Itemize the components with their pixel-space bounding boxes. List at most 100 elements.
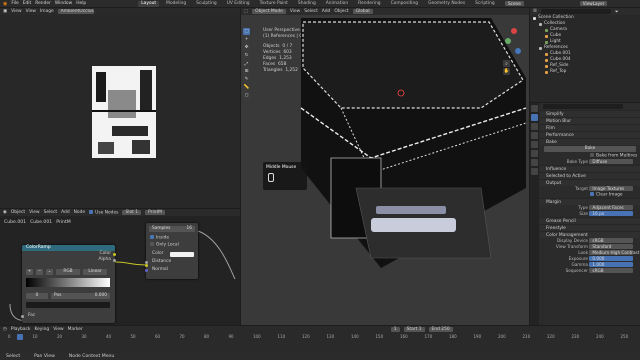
menu-render[interactable]: Render <box>35 1 51 6</box>
3d-viewport[interactable]: ⬚ Object Mode View Select Add Object Glo… <box>241 8 529 325</box>
current-frame-field[interactable]: 1 <box>390 327 400 332</box>
x-axis-icon[interactable] <box>511 28 517 34</box>
section-film[interactable]: Film <box>540 124 640 131</box>
section-motion-blur[interactable]: Motion Blur <box>540 117 640 124</box>
tab-compositing[interactable]: Compositing <box>388 1 422 7</box>
section-output[interactable]: Output <box>540 179 640 186</box>
view-transform-dropdown[interactable]: Standard <box>589 244 634 249</box>
outliner-item[interactable]: Ref_Top <box>530 69 640 75</box>
end-frame-field[interactable]: End 250 <box>428 327 453 332</box>
navigation-gizmo[interactable]: ⌕ ✋ <box>503 26 525 86</box>
menu-file[interactable]: File <box>11 1 18 6</box>
ao-normal-socket[interactable] <box>145 269 148 272</box>
tab-scripting[interactable]: Scripting <box>472 1 498 7</box>
section-performance[interactable]: Performance <box>540 131 640 138</box>
ao-color-swatch[interactable] <box>170 252 194 257</box>
tab-uv-editing[interactable]: UV Editing <box>224 1 253 7</box>
image-menu-view[interactable]: View <box>11 9 21 14</box>
editor-type-icon[interactable]: ▣ <box>3 9 7 14</box>
color-ramp-gradient[interactable] <box>26 278 110 287</box>
inside-checkbox[interactable]: Inside <box>150 235 169 241</box>
section-influence[interactable]: Influence <box>540 165 640 172</box>
pan-hand-icon[interactable]: ✋ <box>503 68 510 75</box>
blender-logo-icon[interactable]: ◉ <box>3 1 7 7</box>
zoom-icon[interactable]: ⌕ <box>503 60 510 67</box>
interpolation-dropdown[interactable]: Linear <box>83 269 107 275</box>
modifier-tab-icon[interactable] <box>531 159 538 166</box>
image-menu-image[interactable]: Image <box>40 9 54 14</box>
exposure-field[interactable]: 0.000 <box>589 256 634 261</box>
section-selected-to-active[interactable]: Selected to Active <box>540 172 640 179</box>
outliner-search-input[interactable] <box>540 9 611 14</box>
properties-editor[interactable]: Simplify Motion Blur Film Performance Ba… <box>530 103 640 325</box>
remove-stop-button[interactable]: − <box>36 269 43 275</box>
section-freestyle[interactable]: Freestyle <box>540 224 640 231</box>
target-dropdown[interactable]: Image Textures <box>589 186 634 191</box>
menu-help[interactable]: Help <box>76 1 86 6</box>
color-output-socket[interactable] <box>113 253 116 256</box>
look-dropdown[interactable]: Medium High Contrast <box>589 250 639 255</box>
bake-type-dropdown[interactable]: Diffuse <box>589 159 634 164</box>
alpha-output-socket[interactable] <box>113 259 116 262</box>
scene-field[interactable]: Scene <box>505 1 524 6</box>
section-color-management[interactable]: Color Management <box>540 231 640 238</box>
start-frame-field[interactable]: Start 1 <box>403 327 425 332</box>
section-bake[interactable]: Bake <box>540 138 640 145</box>
image-name-field[interactable]: AmbientOcclusion <box>57 9 94 14</box>
samples-field[interactable]: Samples 16 <box>149 226 195 232</box>
output-tab-icon[interactable] <box>531 123 538 130</box>
scene-tab-icon[interactable] <box>531 132 538 139</box>
section-grease-pencil[interactable]: Grease Pencil <box>540 217 640 224</box>
tab-modeling[interactable]: Modeling <box>163 1 189 7</box>
tool-tab-icon[interactable] <box>531 105 538 112</box>
shader-node-editor[interactable]: ◉ Object View Select Add Node Use Nodes … <box>0 209 240 325</box>
section-simplify[interactable]: Simplify <box>540 110 640 117</box>
stop-position-field[interactable]: Pos 0.000 <box>51 293 110 299</box>
outliner[interactable]: ☰ ⏷ Scene Collection Collection Camera Cub… <box>530 8 640 102</box>
stop-color-swatch[interactable] <box>26 302 110 308</box>
ambient-occlusion-node[interactable]: Samples 16 Inside Only Local Color Distan… <box>145 223 198 279</box>
tab-texture-paint[interactable]: Texture Paint <box>257 1 291 7</box>
timeline[interactable]: ◷ Playback Keying View Marker 1 Start 1 … <box>0 326 640 353</box>
filter-icon[interactable]: ⏷ <box>615 9 619 15</box>
y-axis-icon[interactable] <box>505 38 511 44</box>
chevron-down-icon[interactable]: ⌄ <box>46 269 53 275</box>
ao-distance-socket[interactable] <box>145 261 148 264</box>
object-tab-icon[interactable] <box>531 150 538 157</box>
ao-color-input-socket[interactable] <box>145 264 148 267</box>
sequencer-dropdown[interactable]: sRGB <box>589 268 634 273</box>
tab-layout[interactable]: Layout <box>138 0 160 7</box>
margin-size-field[interactable]: 16 px <box>589 211 634 216</box>
margin-type-dropdown[interactable]: Adjacent Faces <box>589 205 634 210</box>
color-mode-dropdown[interactable]: RGB <box>56 269 80 275</box>
view-layer-field[interactable]: ViewLayer <box>579 1 608 6</box>
only-local-checkbox[interactable]: Only Local <box>150 242 179 248</box>
timeline-menu-playback[interactable]: Playback <box>11 327 31 332</box>
image-menu-view-2[interactable]: View <box>26 9 36 14</box>
stop-index-field[interactable]: 0 <box>26 293 48 299</box>
z-axis-icon[interactable] <box>515 48 521 54</box>
tab-rendering[interactable]: Rendering <box>355 1 383 7</box>
world-tab-icon[interactable] <box>531 141 538 148</box>
tab-sculpting[interactable]: Sculpting <box>193 1 220 7</box>
add-stop-button[interactable]: + <box>26 269 33 275</box>
image-editor[interactable]: ▣ View View Image AmbientOcclusion <box>0 8 240 208</box>
display-device-dropdown[interactable]: sRGB <box>589 238 634 243</box>
bake-button[interactable]: Bake <box>544 146 636 152</box>
fac-input-socket[interactable] <box>21 315 24 318</box>
clock-icon[interactable]: ◷ <box>3 327 7 332</box>
tab-animation[interactable]: Animation <box>323 1 351 7</box>
timeline-menu-view[interactable]: View <box>53 327 63 332</box>
colorramp-node[interactable]: ColorRamp Color Alpha + − ⌄ RGB Linear 0… <box>21 245 116 323</box>
timeline-menu-keying[interactable]: Keying <box>34 327 49 332</box>
section-margin[interactable]: Margin <box>540 198 640 205</box>
gamma-field[interactable]: 1.000 <box>589 262 634 267</box>
properties-search-input[interactable] <box>543 104 623 109</box>
frame-ruler[interactable]: 0 10 20 30 40 50 60 70 80 90 100 110 120 130 140 150 160… <box>0 334 640 342</box>
timeline-menu-marker[interactable]: Marker <box>68 327 83 332</box>
outliner-type-icon[interactable]: ☰ <box>533 9 537 14</box>
menu-window[interactable]: Window <box>55 1 72 6</box>
tab-geometry-nodes[interactable]: Geometry Nodes <box>425 1 468 7</box>
tab-shading[interactable]: Shading <box>295 1 319 7</box>
material-tab-icon[interactable] <box>531 168 538 175</box>
